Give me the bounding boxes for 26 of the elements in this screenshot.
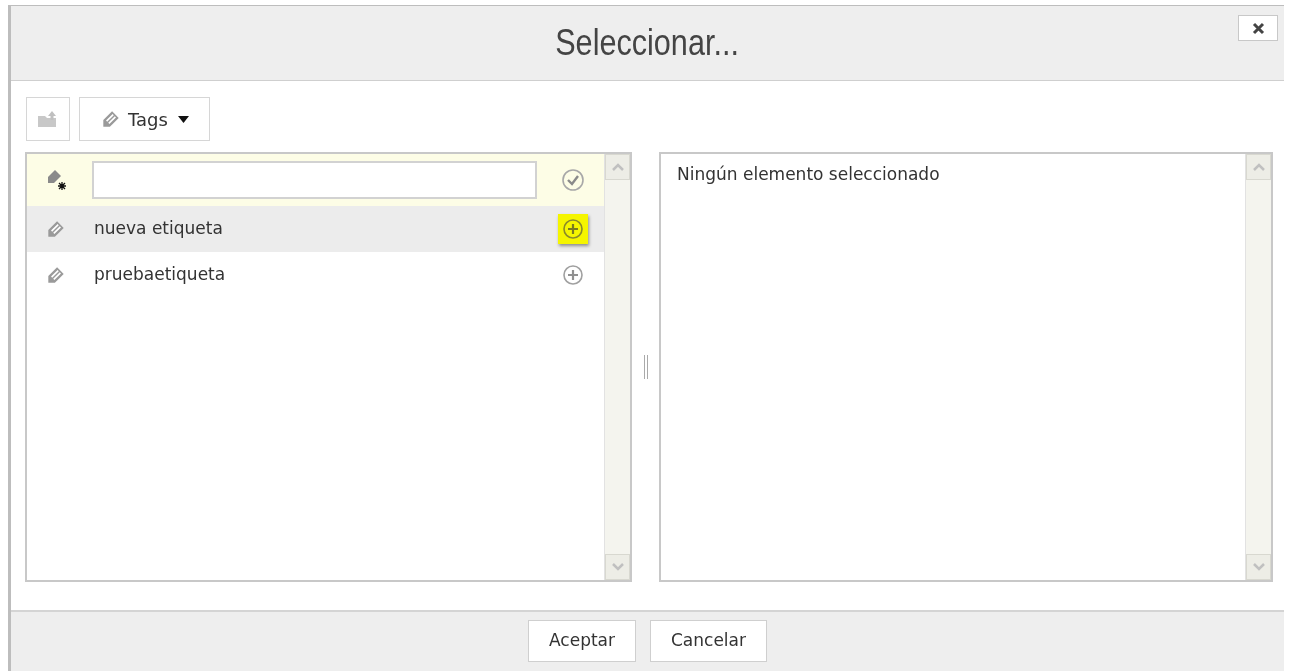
tag-label: pruebaetiqueta [94, 263, 227, 287]
dialog-title: Seleccionar... [555, 21, 740, 65]
add-button[interactable] [558, 214, 588, 244]
folder-upload-icon [37, 110, 59, 128]
scroll-up-button[interactable] [605, 154, 630, 180]
tag-label: nueva etiqueta [94, 217, 224, 241]
scroll-up-button[interactable] [1246, 154, 1271, 180]
new-tag-input[interactable] [92, 161, 537, 199]
tag-row[interactable]: nueva etiqueta [27, 206, 604, 252]
plus-circle-icon [562, 218, 584, 240]
tag-add-icon [45, 168, 69, 192]
close-icon [1251, 21, 1265, 35]
plus-circle-icon [562, 264, 584, 286]
tags-dropdown-button[interactable]: Tags [79, 97, 210, 141]
splitter-handle[interactable] [643, 355, 648, 379]
check-circle-icon[interactable] [561, 168, 585, 192]
scrollbar[interactable] [604, 154, 630, 580]
dialog-button[interactable]: Cancelar [650, 620, 767, 662]
close-button[interactable] [1238, 15, 1278, 41]
upload-button[interactable] [26, 97, 70, 141]
scrollbar[interactable] [1245, 154, 1271, 580]
dialog-button[interactable]: Aceptar [528, 620, 636, 662]
empty-selection-text: Ningún elemento seleccionado [677, 164, 940, 184]
caret-icon [177, 115, 189, 123]
scroll-down-button[interactable] [1246, 554, 1271, 580]
scroll-down-button[interactable] [605, 554, 630, 580]
